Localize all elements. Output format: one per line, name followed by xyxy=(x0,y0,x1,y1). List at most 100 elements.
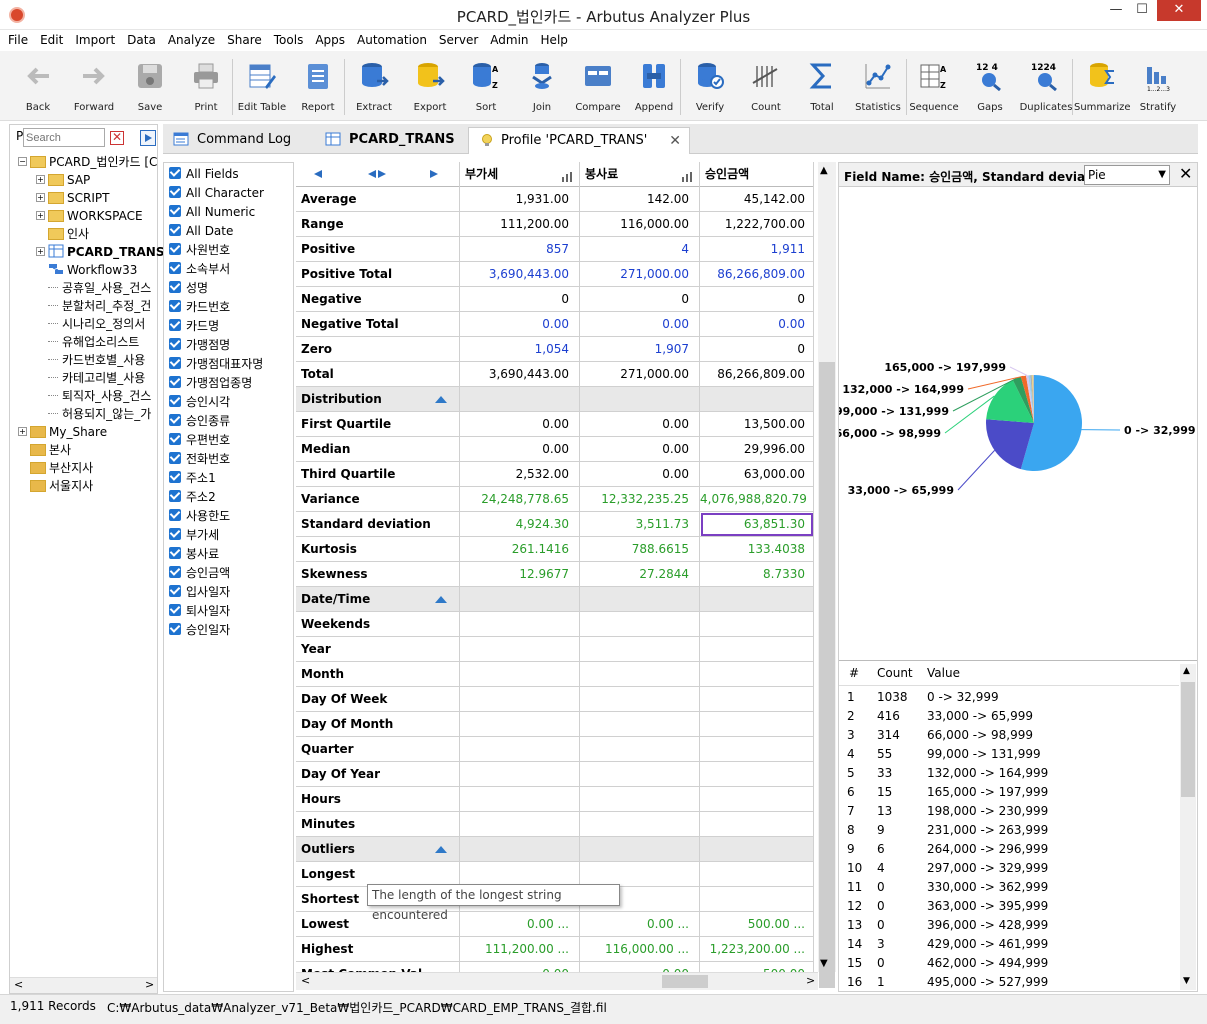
verify-button[interactable]: Verify xyxy=(682,59,738,119)
grid-cell[interactable]: 12.9677 xyxy=(460,562,580,587)
grid-cell[interactable] xyxy=(460,687,580,712)
count-button[interactable]: Count xyxy=(738,59,794,119)
field-checkbox[interactable]: 사용한도 xyxy=(169,507,230,526)
grid-cell[interactable] xyxy=(700,712,814,737)
total-button[interactable]: Total xyxy=(794,59,850,119)
tree-item[interactable]: WORKSPACE xyxy=(48,207,143,225)
grid-cell[interactable] xyxy=(580,687,700,712)
grid-cell[interactable]: 261.1416 xyxy=(460,537,580,562)
tree-item[interactable]: 분할처리_추정_건 xyxy=(48,297,151,315)
menu-analyze[interactable]: Analyze xyxy=(164,30,219,50)
grid-cell[interactable] xyxy=(460,637,580,662)
frequency-row[interactable]: 5 33 132,000 -> 164,999 xyxy=(839,764,1179,783)
grid-cell[interactable]: 111,200.00 xyxy=(460,212,580,237)
save-button[interactable]: Save xyxy=(122,59,178,119)
chart-type-select[interactable]: Pie ▼ xyxy=(1084,165,1170,185)
grid-cell[interactable]: 1,223,200.00 ... xyxy=(700,937,814,962)
grid-cell[interactable]: 111,200.00 ... xyxy=(460,937,580,962)
grid-cell[interactable]: 271,000.00 xyxy=(580,262,700,287)
field-checkbox[interactable]: 전화번호 xyxy=(169,450,230,469)
join-button[interactable]: Join xyxy=(514,59,570,119)
grid-cell[interactable]: 8.7330 xyxy=(700,562,814,587)
grid-cell[interactable]: 500.00 xyxy=(700,962,814,972)
back-button[interactable]: Back xyxy=(10,59,66,119)
scroll-thumb[interactable] xyxy=(662,975,708,988)
field-checkbox[interactable]: 주소1 xyxy=(169,469,216,488)
field-checkbox[interactable]: 부가세 xyxy=(169,526,219,545)
menu-help[interactable]: Help xyxy=(537,30,572,50)
section-row[interactable]: Date/Time xyxy=(296,587,814,612)
scroll-down-icon[interactable]: ▼ xyxy=(820,958,828,969)
expand-toggle-icon[interactable]: + xyxy=(36,247,45,256)
grid-cell[interactable] xyxy=(580,712,700,737)
tab-pcard-trans[interactable]: PCARD_TRANS xyxy=(315,127,467,154)
grid-cell[interactable] xyxy=(700,812,814,837)
grid-cell[interactable] xyxy=(460,787,580,812)
grid-cell[interactable]: 0.00 xyxy=(460,962,580,972)
tree-item[interactable]: 허용되지_않는_가 xyxy=(48,405,151,423)
grid-cell[interactable] xyxy=(700,687,814,712)
tree-item[interactable]: Workflow33 xyxy=(48,261,137,279)
frequency-row[interactable]: 2 416 33,000 -> 65,999 xyxy=(839,707,1179,726)
grid-cell[interactable]: 116,000.00 xyxy=(580,212,700,237)
gaps-button[interactable]: 12 4 Gaps xyxy=(962,59,1018,119)
menu-import[interactable]: Import xyxy=(71,30,119,50)
frequency-row[interactable]: 10 4 297,000 -> 329,999 xyxy=(839,859,1179,878)
section-row[interactable]: Distribution xyxy=(296,387,814,412)
scroll-right-icon[interactable]: > xyxy=(145,978,154,991)
grid-cell[interactable]: 0.00 xyxy=(580,312,700,337)
grid-cell[interactable] xyxy=(580,662,700,687)
field-checkbox[interactable]: 성명 xyxy=(169,279,208,298)
grid-cell[interactable] xyxy=(700,737,814,762)
grid-cell[interactable]: 63,000.00 xyxy=(700,462,814,487)
search-input[interactable] xyxy=(23,128,105,147)
maximize-button[interactable]: ☐ xyxy=(1129,0,1155,21)
grid-cell[interactable] xyxy=(700,612,814,637)
column-header-approval-amount[interactable]: 승인금액 xyxy=(700,162,814,187)
expand-columns-right-icon[interactable] xyxy=(378,170,386,178)
tree-item[interactable]: 퇴직자_사용_건스 xyxy=(48,387,151,405)
grid-cell[interactable] xyxy=(460,737,580,762)
stratify-button[interactable]: 1...2...3 Stratify xyxy=(1130,59,1186,119)
expand-toggle-icon[interactable]: + xyxy=(36,175,45,184)
menu-automation[interactable]: Automation xyxy=(353,30,431,50)
scroll-left-icon[interactable]: < xyxy=(14,978,23,991)
print-button[interactable]: Print xyxy=(178,59,234,119)
sequence-button[interactable]: A Z Sequence xyxy=(906,59,962,119)
grid-cell[interactable] xyxy=(580,787,700,812)
menu-tools[interactable]: Tools xyxy=(270,30,308,50)
grid-cell[interactable]: 86,266,809.00 xyxy=(700,362,814,387)
expand-toggle-icon[interactable]: − xyxy=(18,157,27,166)
menu-edit[interactable]: Edit xyxy=(36,30,67,50)
field-checkbox[interactable]: 승인금액 xyxy=(169,564,230,583)
grid-cell[interactable]: 0.00 ... xyxy=(580,912,700,937)
frequency-row[interactable]: 7 13 198,000 -> 230,999 xyxy=(839,802,1179,821)
tree-item[interactable]: PCARD_법인카드 [C xyxy=(30,153,157,171)
grid-cell[interactable]: 0.00 xyxy=(580,462,700,487)
next-column-icon[interactable] xyxy=(430,170,438,178)
frequency-row[interactable]: 3 314 66,000 -> 98,999 xyxy=(839,726,1179,745)
scroll-left-icon[interactable]: < xyxy=(301,974,310,987)
menu-apps[interactable]: Apps xyxy=(311,30,349,50)
scroll-down-icon[interactable]: ▼ xyxy=(1183,976,1190,986)
close-detail-icon[interactable]: ✕ xyxy=(1179,166,1192,182)
field-checkbox[interactable]: 가맹점명 xyxy=(169,336,230,355)
grid-cell[interactable] xyxy=(700,862,814,887)
grid-cell[interactable]: 4,076,988,820.79 xyxy=(700,487,814,512)
grid-cell[interactable] xyxy=(460,762,580,787)
grid-cell[interactable] xyxy=(700,762,814,787)
grid-cell[interactable]: 29,996.00 xyxy=(700,437,814,462)
field-checkbox[interactable]: 사원번호 xyxy=(169,241,230,260)
grid-cell[interactable] xyxy=(460,812,580,837)
frequency-row[interactable]: 15 0 462,000 -> 494,999 xyxy=(839,954,1179,973)
field-checkbox[interactable]: All Date xyxy=(169,222,233,241)
grid-cell[interactable]: 0.00 xyxy=(580,412,700,437)
grid-cell[interactable]: 24,248,778.65 xyxy=(460,487,580,512)
field-checkbox[interactable]: All Fields xyxy=(169,165,239,184)
field-checkbox[interactable]: All Character xyxy=(169,184,264,203)
menu-data[interactable]: Data xyxy=(123,30,160,50)
menu-share[interactable]: Share xyxy=(223,30,266,50)
frequency-row[interactable]: 13 0 396,000 -> 428,999 xyxy=(839,916,1179,935)
tree-item[interactable]: 공휴일_사용_건스 xyxy=(48,279,151,297)
field-checkbox[interactable]: 승인일자 xyxy=(169,621,230,640)
